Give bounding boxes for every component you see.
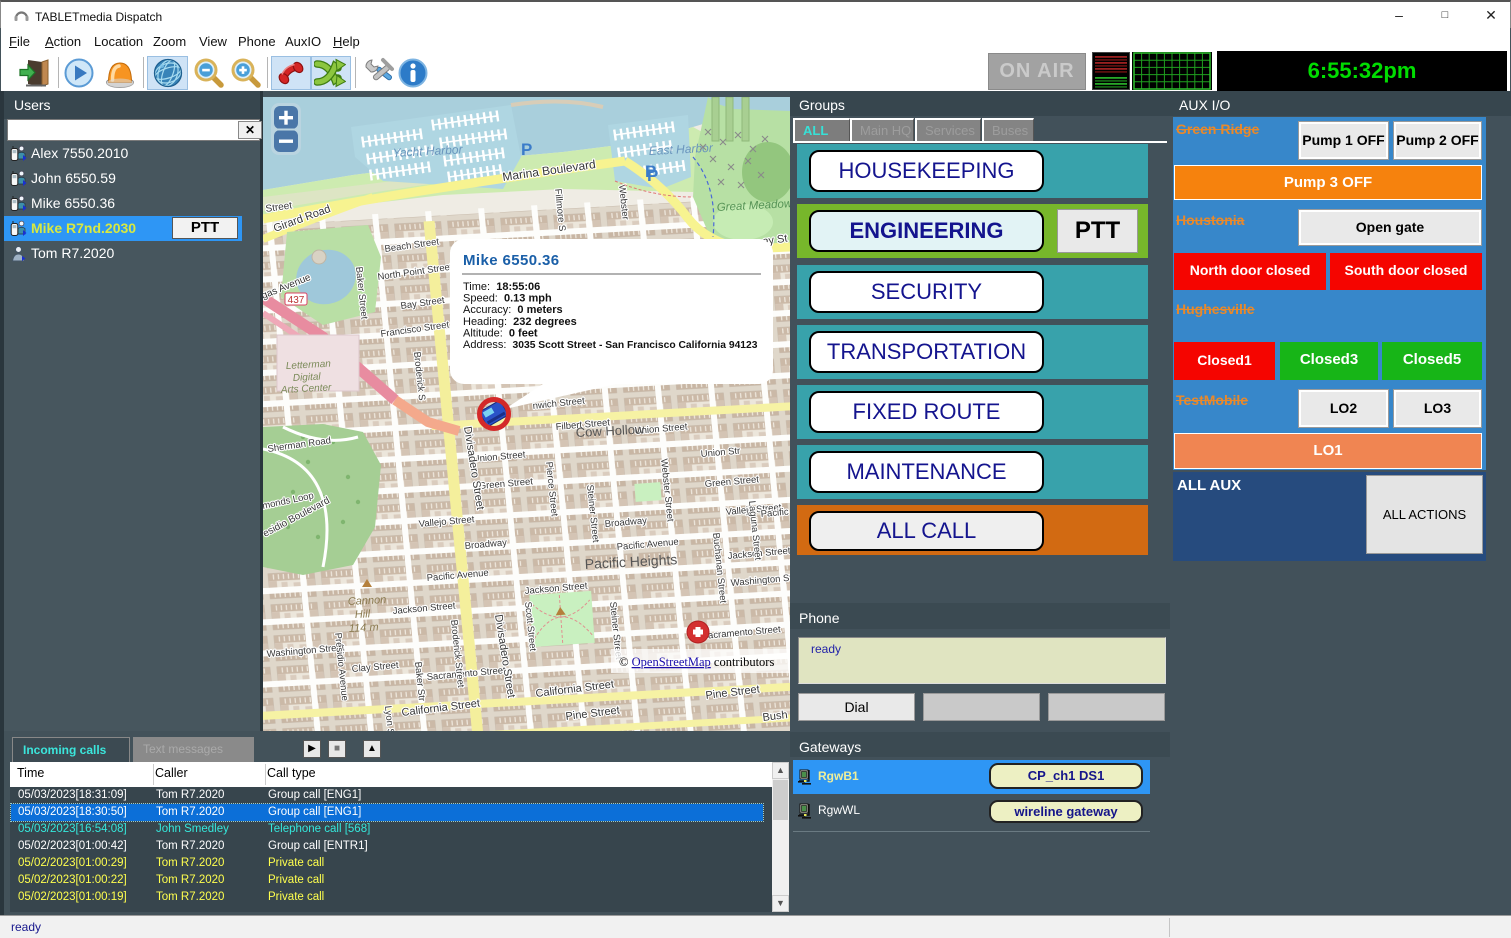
svg-text:437: 437 bbox=[288, 295, 305, 306]
svg-text:Heading: 232 degrees: Heading: 232 degrees bbox=[463, 316, 577, 328]
svg-text:Pacific A: Pacific A bbox=[760, 506, 790, 520]
svg-text:Accuracy: 0 meters: Accuracy: 0 meters bbox=[463, 304, 563, 316]
svg-text:Speed: 0.13 mph: Speed: 0.13 mph bbox=[463, 293, 552, 305]
svg-text:Cannon: Cannon bbox=[348, 594, 387, 608]
svg-text:Time: 18:55:06: Time: 18:55:06 bbox=[463, 281, 540, 293]
svg-text:Hill: Hill bbox=[355, 608, 371, 621]
svg-text:Altitude: 0 feet: Altitude: 0 feet bbox=[463, 327, 538, 339]
svg-text:© OpenStreetMap contributors: © OpenStreetMap contributors bbox=[619, 655, 774, 669]
svg-text:P: P bbox=[645, 162, 656, 181]
svg-text:114 m: 114 m bbox=[349, 621, 379, 635]
svg-text:P: P bbox=[521, 140, 532, 159]
svg-text:Mike 6550.36: Mike 6550.36 bbox=[463, 252, 560, 269]
svg-text:Address: 3035 Scott Street -: Address: 3035 Scott Street - San Francis… bbox=[463, 339, 758, 351]
